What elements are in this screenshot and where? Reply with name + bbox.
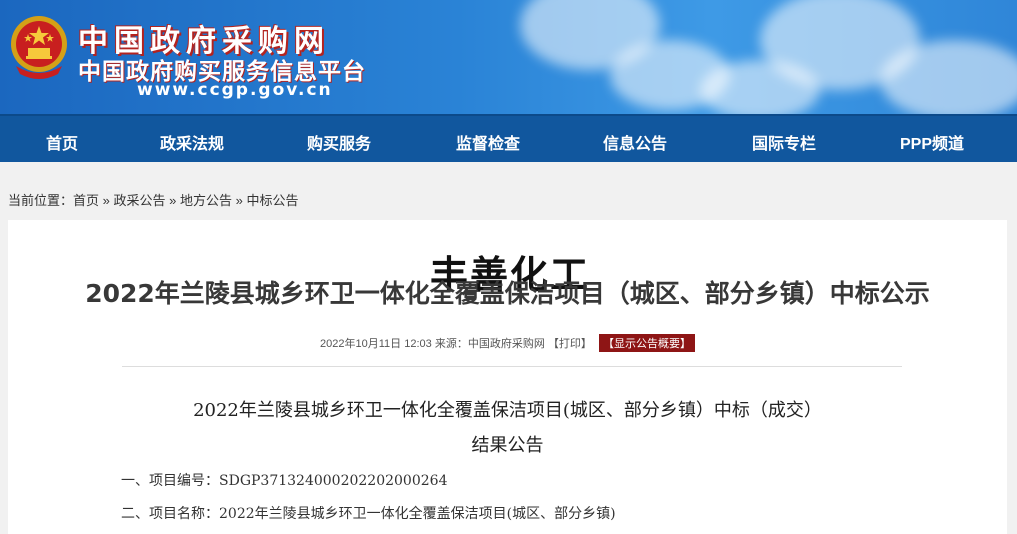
nav-item-ppp[interactable]: PPP频道 <box>900 130 964 154</box>
breadcrumb-item-home[interactable]: 首页 <box>73 193 99 208</box>
project-number-line: 一、项目编号：SDGP371324000202202000264 <box>121 470 447 490</box>
breadcrumb-item-local[interactable]: 地方公告 <box>180 193 232 208</box>
breadcrumb-item-announcements[interactable]: 政采公告 <box>114 193 166 208</box>
breadcrumb-separator: » <box>235 193 243 208</box>
field-value: SDGP371324000202202000264 <box>219 473 448 489</box>
print-link[interactable]: 【打印】 <box>548 338 592 350</box>
article-title: 2022年兰陵县城乡环卫一体化全覆盖保洁项目（城区、部分乡镇）中标公示 <box>85 279 930 308</box>
breadcrumb-item-award[interactable]: 中标公告 <box>247 193 299 208</box>
field-label: 一、项目编号： <box>121 473 219 489</box>
publish-date: 2022年10月11日 12:03 <box>320 338 432 350</box>
notice-title-line1: 2022年兰陵县城乡环卫一体化全覆盖保洁项目(城区、部分乡镇）中标（成交） <box>193 400 822 421</box>
site-header-banner: 中国政府采购网 中国政府购买服务信息平台 www.ccgp.gov.cn <box>0 0 1017 114</box>
national-emblem-icon <box>11 16 67 79</box>
field-value: 2022年兰陵县城乡环卫一体化全覆盖保洁项目(城区、部分乡镇) <box>219 506 616 522</box>
main-nav: 首页 政采法规 购买服务 监督检查 信息公告 国际专栏 PPP频道 <box>0 114 1017 162</box>
breadcrumb: 当前位置：首页 » 政采公告 » 地方公告 » 中标公告 <box>8 190 299 209</box>
article-panel: 丰善化工 2022年兰陵县城乡环卫一体化全覆盖保洁项目（城区、部分乡镇）中标公示… <box>8 220 1007 534</box>
nav-item-international[interactable]: 国际专栏 <box>752 130 816 154</box>
nav-item-home[interactable]: 首页 <box>46 130 78 154</box>
nav-item-purchase-services[interactable]: 购买服务 <box>307 130 371 154</box>
site-url: www.ccgp.gov.cn <box>137 80 333 100</box>
nav-item-announcements[interactable]: 信息公告 <box>603 130 667 154</box>
source-name: 中国政府采购网 <box>467 338 545 350</box>
project-name-line: 二、项目名称：2022年兰陵县城乡环卫一体化全覆盖保洁项目(城区、部分乡镇) <box>121 503 616 523</box>
article-meta: 2022年10月11日 12:03 来源：中国政府采购网 【打印】 【显示公告概… <box>8 334 1007 352</box>
divider <box>122 366 902 367</box>
breadcrumb-separator: » <box>102 193 110 208</box>
breadcrumb-separator: » <box>169 193 177 208</box>
notice-title-line2: 结果公告 <box>471 435 544 456</box>
nav-item-regulations[interactable]: 政采法规 <box>160 130 224 154</box>
show-summary-button[interactable]: 【显示公告概要】 <box>598 334 695 352</box>
nav-item-supervision[interactable]: 监督检查 <box>456 130 520 154</box>
breadcrumb-prefix: 当前位置： <box>8 193 74 208</box>
field-label: 二、项目名称： <box>121 506 219 522</box>
source-label: 来源： <box>434 338 468 350</box>
